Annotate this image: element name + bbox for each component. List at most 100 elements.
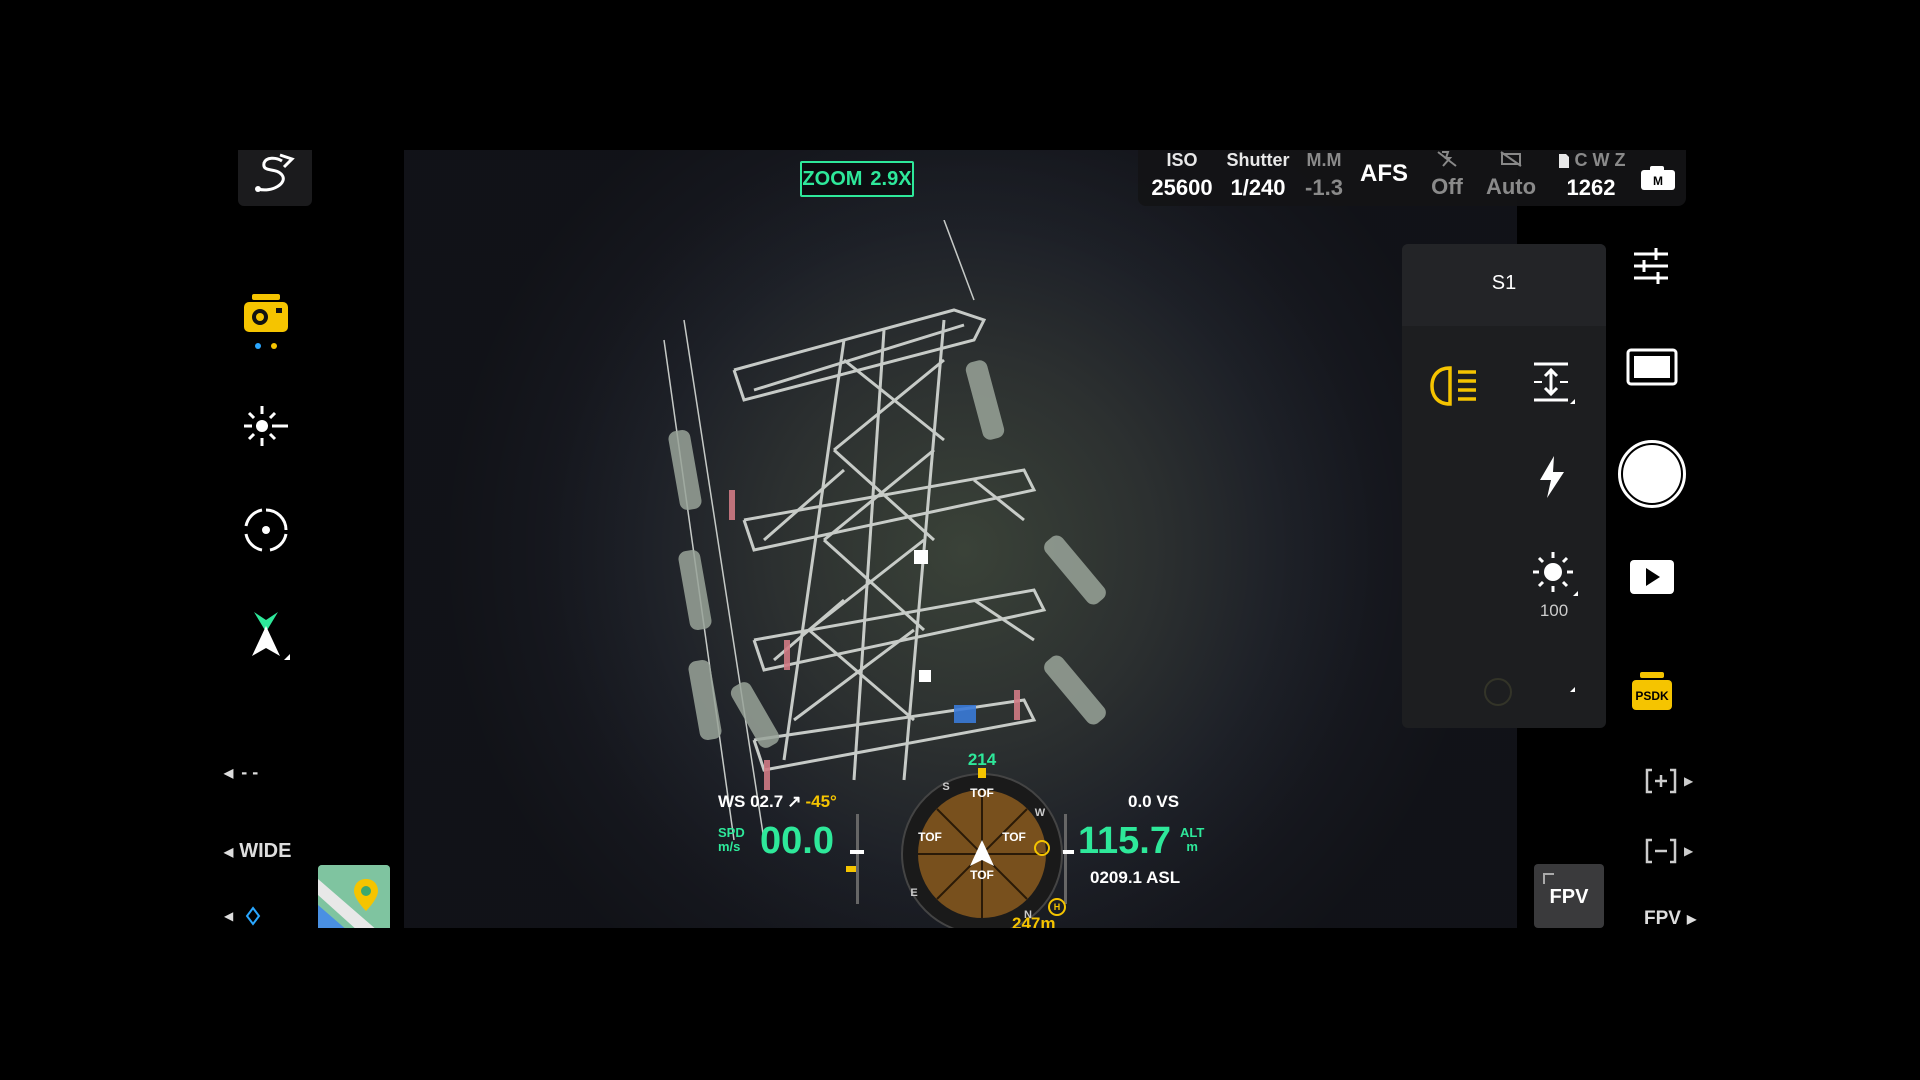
flash-setting[interactable]: Off: [1420, 150, 1474, 200]
storage-value: 1262: [1566, 175, 1616, 200]
caret-right-icon: ▶: [1686, 912, 1697, 926]
psdk-button[interactable]: PSDK: [1630, 670, 1674, 712]
compass-label-left: TOF: [918, 830, 942, 844]
caret-right-icon: ▶: [1684, 774, 1694, 788]
wb-setting[interactable]: Auto: [1476, 150, 1546, 200]
fpv-pip-button[interactable]: FPV: [1534, 864, 1604, 928]
transmission-tower-image: [663, 220, 1106, 840]
speed-unit: m/s: [718, 839, 741, 854]
corner-icon: [1543, 873, 1554, 884]
wind-direction: -45°: [805, 792, 837, 811]
iso-setting[interactable]: ISO 25600: [1142, 150, 1222, 201]
speed-label: SPD: [718, 825, 745, 840]
fpv-selector-label: FPV: [1644, 908, 1681, 928]
wind-speed-label: WS 02.7: [718, 792, 784, 811]
panel-header: S1: [1402, 244, 1606, 326]
camera-m-icon: M: [1641, 166, 1675, 190]
display-mode-button[interactable]: [1626, 348, 1678, 386]
iso-label: ISO: [1166, 150, 1198, 170]
shutter-setting[interactable]: Shutter 1/240: [1218, 150, 1298, 201]
ev-label: M.M: [1306, 150, 1342, 170]
waypoint-diamond-icon: [245, 906, 261, 926]
strobe-button[interactable]: [1536, 454, 1568, 500]
shutter-button[interactable]: [1618, 440, 1686, 508]
navigation-mode-button[interactable]: [242, 610, 294, 666]
flash-value: Off: [1431, 174, 1463, 199]
camera-settings-bar: ISO 25600 Shutter 1/240 M.M -1.3 AFS Off…: [1138, 150, 1686, 206]
panel-title: S1: [1491, 272, 1517, 294]
zoom-label: ZOOM: [802, 167, 863, 190]
route-icon: [255, 153, 295, 192]
zoom-indicator[interactable]: ZOOM 2.9X: [800, 161, 914, 197]
camera-mode-button[interactable]: M: [1638, 158, 1678, 198]
svg-text:S: S: [942, 781, 949, 793]
light-power-indicator: [1484, 678, 1512, 706]
flash-off-icon: [1437, 151, 1457, 167]
sd-card-icon: [1558, 153, 1569, 168]
vertical-speed: 0.0 VS: [1128, 792, 1180, 811]
map-icon: [318, 865, 390, 928]
map-button[interactable]: [318, 865, 390, 928]
speed-bar: [856, 814, 859, 904]
speed-unit-block: SPD m/s: [718, 826, 745, 854]
storage-setting[interactable]: C W Z 1262: [1546, 150, 1636, 201]
night-mode-button[interactable]: [1530, 648, 1576, 694]
fpv-selector[interactable]: FPV ▶: [1644, 908, 1696, 928]
gimbal-camera-icon: [244, 294, 288, 349]
zoom-out-button[interactable]: ▶: [1644, 838, 1693, 864]
playback-button[interactable]: [1630, 560, 1674, 594]
shutter-label: Shutter: [1226, 150, 1290, 170]
flight-route-button[interactable]: [238, 150, 312, 206]
caret-left-icon: ◀: [224, 844, 234, 859]
altitude-unit: m: [1186, 839, 1198, 854]
caret-right-icon: ▶: [1684, 844, 1694, 858]
beam-spread-icon: [1534, 362, 1575, 404]
shutter-value: 1/240: [1230, 175, 1286, 200]
focus-mode[interactable]: AFS: [1354, 160, 1414, 188]
brightness-control[interactable]: 100: [1526, 550, 1582, 621]
svg-text:M: M: [1653, 174, 1663, 188]
camera-source-button[interactable]: [238, 290, 294, 354]
wind-speed-readout: WS 02.7 ↗ -45°: [718, 792, 837, 812]
waypoint-selector[interactable]: ◀: [224, 906, 261, 926]
moon-icon: [1548, 652, 1575, 692]
light-mode-button[interactable]: [240, 400, 292, 452]
compass-label-bottom: TOF: [970, 868, 994, 882]
ev-setting[interactable]: M.M -1.3: [1294, 150, 1354, 201]
brightness-icon: [1533, 552, 1578, 596]
headlight-button[interactable]: [1428, 364, 1480, 408]
navigation-arrow-icon: [252, 612, 290, 660]
compass-label-top: TOF: [970, 786, 994, 800]
sliders-icon: [1634, 248, 1668, 284]
beam-spread-button[interactable]: [1528, 360, 1576, 408]
svg-text:W: W: [1035, 807, 1046, 819]
lens-label: WIDE: [239, 840, 292, 862]
caret-left-icon: ◀: [224, 909, 234, 923]
speed-bar-yellow-marker: [846, 866, 856, 872]
gimbal-pitch-control[interactable]: ◀ - -: [224, 762, 258, 783]
lens-selector[interactable]: ◀ WIDE: [224, 840, 291, 863]
light-control-panel: S1 100: [1402, 244, 1606, 728]
zoom-in-button[interactable]: ▶: [1644, 768, 1693, 794]
altitude-value: 115.7: [1078, 820, 1171, 862]
altitude-label: ALT: [1180, 825, 1205, 840]
wind-arrow-icon: ↗: [787, 792, 802, 811]
brightness-value: 100: [1539, 601, 1569, 620]
zoom-out-icon: [1645, 838, 1677, 864]
speed-bar-marker: [850, 850, 864, 854]
zoom-value: 2.9X: [870, 167, 912, 190]
speed-value: 00.0: [760, 820, 834, 862]
camera-settings-button[interactable]: [1632, 246, 1670, 286]
ev-value: -1.3: [1305, 175, 1343, 200]
play-icon: [1630, 560, 1674, 594]
psdk-label: PSDK: [1635, 689, 1669, 703]
storage-label: C W Z: [1574, 150, 1626, 170]
iso-value: 25600: [1151, 175, 1213, 200]
fpv-pip-label: FPV: [1549, 886, 1589, 908]
white-balance-icon: [1500, 151, 1522, 167]
gimbal-dash-label: - -: [241, 762, 259, 782]
focus-target-button[interactable]: [242, 506, 290, 554]
spotlight-icon: [244, 406, 288, 446]
pilot-screen: ZOOM 2.9X ISO 25600 Shutter 1/240 M.M -1…: [222, 150, 1702, 928]
svg-text:E: E: [910, 887, 917, 899]
